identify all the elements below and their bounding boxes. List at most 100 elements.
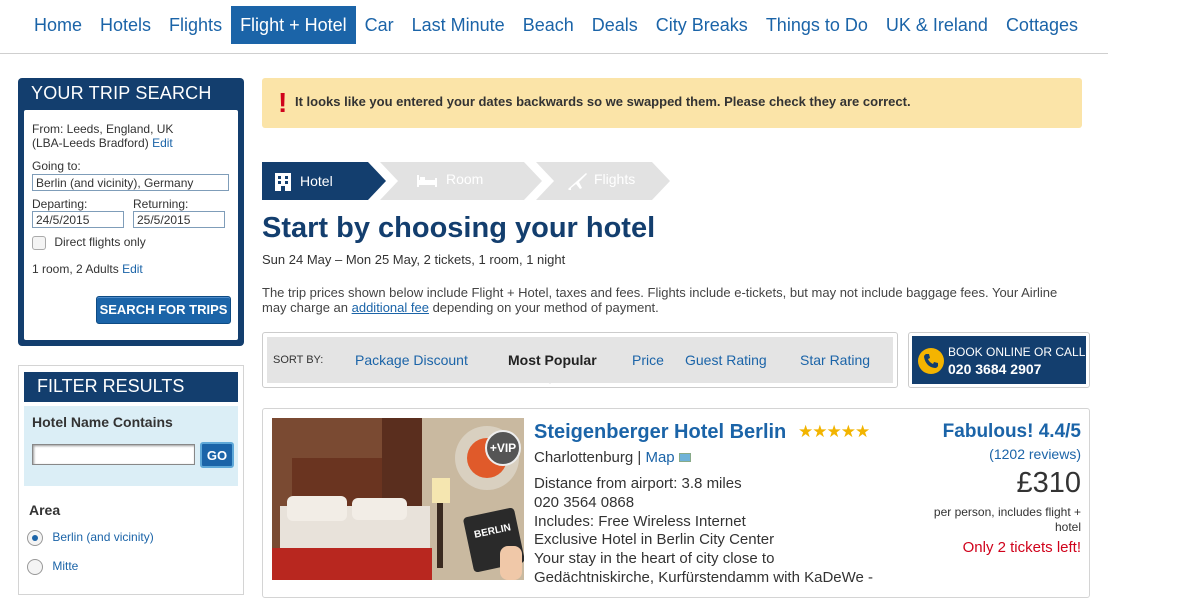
booking-steps: Hotel Room Flights — [262, 162, 682, 200]
nav-last-minute[interactable]: Last Minute — [403, 6, 514, 44]
map-icon[interactable] — [678, 453, 691, 462]
top-navigation: Home Hotels Flights Flight + Hotel Car L… — [0, 0, 1108, 54]
rooms-text: 1 room, 2 Adults — [32, 261, 119, 276]
nav-deals[interactable]: Deals — [583, 6, 647, 44]
hotel-distance: Distance from airport: 3.8 miles — [534, 475, 742, 492]
rating-value: 4.4/5 — [1038, 421, 1081, 442]
nav-things-to-do[interactable]: Things to Do — [757, 6, 877, 44]
hotel-district: Charlottenburg — [534, 449, 634, 466]
hotel-description: Gedächtniskirche, Kurfürstendamm with Ka… — [534, 568, 874, 586]
sort-star-rating[interactable]: Star Rating — [800, 352, 870, 368]
sort-by-label: SORT BY: — [273, 354, 324, 366]
hotel-description: Your stay in the heart of city close to — [534, 550, 775, 568]
nav-flights[interactable]: Flights — [160, 6, 231, 44]
availability-warning: Only 2 tickets left! — [962, 539, 1081, 556]
price-includes-note: per person, includes flight + hotel — [933, 505, 1081, 534]
vip-badge: +VIP — [485, 430, 521, 466]
edit-rooms-link[interactable]: Edit — [122, 262, 143, 276]
returning-input[interactable]: 25/5/2015 — [133, 211, 225, 228]
go-button[interactable]: GO — [200, 442, 234, 468]
book-or-call-inner: BOOK ONLINE OR CALL 020 3684 2907 — [912, 336, 1086, 384]
filter-results-title: FILTER RESULTS — [24, 372, 238, 402]
trip-search-title: YOUR TRIP SEARCH — [31, 83, 212, 103]
from-airport: (LBA-Leeds Bradford) — [32, 136, 149, 150]
nav-list: Home Hotels Flights Flight + Hotel Car L… — [0, 6, 1108, 50]
book-online-text: BOOK ONLINE OR CALL — [948, 345, 1086, 359]
area-label: Area — [29, 502, 61, 518]
book-or-call-box: BOOK ONLINE OR CALL 020 3684 2907 — [908, 332, 1090, 388]
search-for-trips-button[interactable]: SEARCH FOR TRIPS — [96, 296, 231, 324]
guest-rating: Fabulous! 4.4/5 — [943, 421, 1081, 443]
map-link[interactable]: Map — [645, 449, 674, 466]
radio-selected-icon[interactable] — [27, 530, 43, 546]
direct-flights-label: Direct flights only — [54, 235, 146, 249]
sort-price[interactable]: Price — [632, 352, 664, 368]
from-label: From: Leeds, England, UK — [32, 122, 174, 136]
hotel-name-filter: Hotel Name Contains GO — [24, 406, 238, 486]
area-option-mitte[interactable]: Mitte — [27, 559, 78, 575]
rooms-row: 1 room, 2 Adults Edit — [32, 262, 230, 276]
direct-flights-row: Direct flights only — [32, 235, 230, 250]
departing-label: Departing: — [32, 197, 88, 211]
reviews-link[interactable]: (1202 reviews) — [989, 446, 1081, 462]
hotel-name-input[interactable] — [32, 444, 195, 465]
price-note-text-end: depending on your method of payment. — [428, 300, 659, 315]
price-note: The trip prices shown below include Flig… — [262, 285, 1062, 315]
step-hotel-label: Hotel — [300, 173, 333, 189]
nav-flight-hotel[interactable]: Flight + Hotel — [231, 6, 356, 44]
date-fields: Departing: 24/5/2015 Returning: 25/5/201… — [32, 197, 230, 228]
nav-uk-ireland[interactable]: UK & Ireland — [877, 6, 997, 44]
hotel-result-card[interactable]: +VIP BERLIN Steigenberger Hotel Berlin ★… — [262, 408, 1090, 598]
step-room-label: Room — [446, 171, 484, 187]
date-swap-alert: ! It looks like you entered your dates b… — [262, 78, 1082, 128]
warning-icon: ! — [278, 87, 288, 118]
going-to-label: Going to: — [32, 159, 81, 173]
nav-city-breaks[interactable]: City Breaks — [647, 6, 757, 44]
sort-package-discount[interactable]: Package Discount — [355, 352, 468, 368]
nav-home[interactable]: Home — [25, 6, 91, 44]
edit-origin-link[interactable]: Edit — [152, 136, 173, 150]
sort-guest-rating[interactable]: Guest Rating — [685, 352, 767, 368]
returning-group: Returning: 25/5/2015 — [133, 197, 225, 228]
trip-search-panel: YOUR TRIP SEARCH From: Leeds, England, U… — [18, 78, 244, 346]
step-hotel[interactable]: Hotel — [262, 162, 388, 200]
star-rating-icon: ★★★★★ — [798, 422, 870, 441]
departing-input[interactable]: 24/5/2015 — [32, 211, 124, 228]
hotel-description: Exclusive Hotel in Berlin City Center — [534, 531, 775, 549]
selected-caret-icon — [543, 377, 557, 384]
destination-input[interactable]: Berlin (and vicinity), Germany — [32, 174, 229, 191]
phone-icon — [918, 348, 944, 374]
hotel-name-label: Hotel Name Contains — [32, 414, 173, 430]
nav-cottages[interactable]: Cottages — [997, 6, 1087, 44]
step-flights[interactable]: Flights — [536, 162, 672, 200]
area-option-label: Berlin (and vicinity) — [52, 530, 154, 545]
step-room[interactable]: Room — [380, 162, 544, 200]
sort-most-popular[interactable]: Most Popular — [508, 352, 597, 368]
step-flights-label: Flights — [594, 171, 636, 187]
departing-group: Departing: 24/5/2015 — [32, 197, 133, 228]
area-option-berlin[interactable]: Berlin (and vicinity) — [27, 530, 154, 546]
additional-fee-link[interactable]: additional fee — [352, 300, 429, 315]
hotel-location: Charlottenburg | Map — [534, 449, 691, 466]
nav-car[interactable]: Car — [356, 6, 403, 44]
hotel-phone: 020 3564 0868 — [534, 493, 635, 511]
hotel-name-link[interactable]: Steigenberger Hotel Berlin — [534, 421, 786, 444]
hotel-price: £310 — [1016, 467, 1081, 499]
page-title: Start by choosing your hotel — [262, 212, 656, 244]
rating-word: Fabulous! — [942, 421, 1034, 442]
direct-flights-checkbox[interactable] — [32, 235, 46, 250]
filter-results-panel: FILTER RESULTS Hotel Name Contains GO Ar… — [18, 365, 244, 595]
area-option-label: Mitte — [52, 559, 79, 574]
hotel-details: Distance from airport: 3.8 miles 020 356… — [534, 475, 873, 588]
call-phone-number[interactable]: 020 3684 2907 — [948, 361, 1041, 377]
trip-origin: From: Leeds, England, UK (LBA-Leeds Brad… — [32, 122, 230, 150]
nav-beach[interactable]: Beach — [514, 6, 583, 44]
hotel-photo[interactable]: +VIP BERLIN — [272, 418, 524, 580]
sort-bar: SORT BY: Package Discount Most Popular P… — [262, 332, 898, 388]
hotel-includes: Includes: Free Wireless Internet — [534, 512, 746, 530]
returning-label: Returning: — [133, 197, 189, 211]
nav-hotels[interactable]: Hotels — [91, 6, 160, 44]
sort-bar-inner: SORT BY: Package Discount Most Popular P… — [267, 337, 893, 384]
trip-summary: Sun 24 May – Mon 25 May, 2 tickets, 1 ro… — [262, 252, 566, 267]
radio-unselected-icon[interactable] — [27, 559, 43, 575]
